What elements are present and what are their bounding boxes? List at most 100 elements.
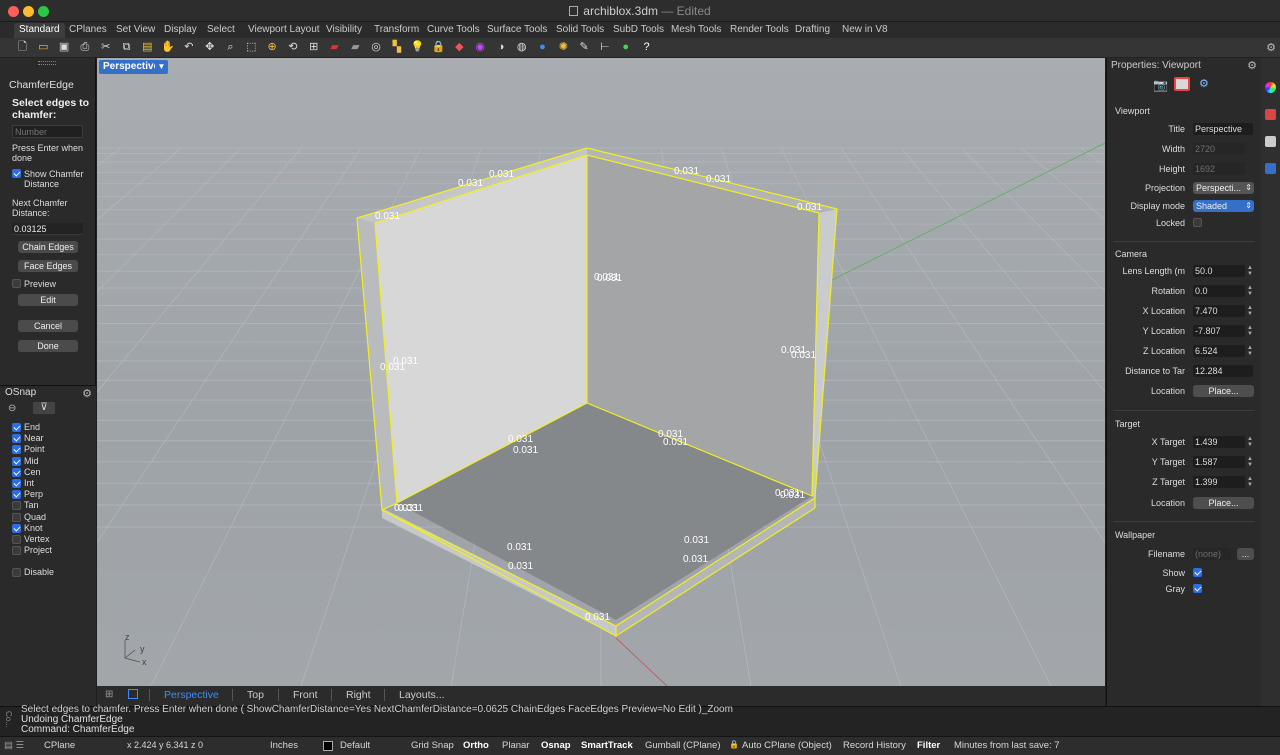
osnap-end-checkbox[interactable]: [12, 423, 21, 432]
print-icon[interactable]: ⎙: [77, 40, 92, 55]
distance-to-target-field[interactable]: 12.284: [1193, 365, 1253, 377]
osnap-cen-checkbox[interactable]: [12, 467, 21, 477]
number-input[interactable]: [12, 125, 83, 138]
units-button[interactable]: Inches: [270, 740, 298, 751]
tab-display[interactable]: Display: [159, 23, 202, 38]
show-chamfer-distance-checkbox[interactable]: [12, 169, 21, 178]
tab-top[interactable]: Top: [247, 689, 264, 701]
materials-icon[interactable]: [1265, 109, 1276, 120]
rotation-field[interactable]: 0.0: [1193, 285, 1245, 297]
viewport-properties-icon[interactable]: [1174, 77, 1190, 91]
lens-length-field[interactable]: 50.0: [1193, 265, 1245, 277]
display-mode-select[interactable]: Shaded: [1193, 200, 1254, 212]
cplane-button[interactable]: CPlane: [44, 740, 75, 751]
color-wheel-icon[interactable]: ◉: [473, 40, 488, 55]
ortho-toggle[interactable]: Ortho: [463, 740, 489, 751]
car-render-icon[interactable]: ▰: [327, 40, 342, 55]
panel-grip[interactable]: [38, 61, 56, 65]
command-history[interactable]: Co... Select edges to chamfer. Press Ent…: [0, 704, 1280, 736]
osnap-project-checkbox[interactable]: [12, 546, 21, 556]
filter-icon[interactable]: ⊽: [33, 402, 55, 414]
blue-sphere-icon[interactable]: ●: [535, 40, 550, 55]
single-viewport-icon[interactable]: [128, 689, 138, 699]
render-sphere-icon[interactable]: ◑: [493, 40, 508, 55]
move-icon[interactable]: ✥: [202, 40, 217, 55]
osnap-perp-checkbox[interactable]: [12, 490, 21, 500]
tab-viewport-layout[interactable]: Viewport Layout: [243, 23, 325, 38]
y-target-field[interactable]: 1.587: [1193, 456, 1245, 468]
osnap-disable-checkbox[interactable]: [12, 568, 21, 577]
osnap-vertex-checkbox[interactable]: [12, 535, 21, 544]
planar-toggle[interactable]: Planar: [502, 740, 529, 751]
osnap-quad-checkbox[interactable]: [12, 512, 21, 522]
tab-subd-tools[interactable]: SubD Tools: [608, 23, 669, 38]
face-edges-button[interactable]: Face Edges: [18, 260, 78, 272]
tab-standard[interactable]: Standard: [14, 23, 65, 38]
copy-icon[interactable]: ⧉: [119, 40, 134, 55]
tab-drafting[interactable]: Drafting: [790, 23, 835, 38]
locked-checkbox[interactable]: [1193, 218, 1202, 227]
viewport-menu-chevron-down-icon[interactable]: ▼: [155, 60, 168, 74]
tab-render-tools[interactable]: Render Tools: [725, 23, 794, 38]
four-viewports-icon[interactable]: ⊞: [306, 40, 321, 55]
undo-icon[interactable]: ↶: [181, 40, 196, 55]
menu-icon[interactable]: ▤ ☰: [4, 740, 24, 751]
car-wire-icon[interactable]: ▰: [348, 40, 363, 55]
chain-edges-button[interactable]: Chain Edges: [18, 241, 78, 253]
color-wheel-icon[interactable]: [1265, 82, 1276, 93]
object-properties-icon[interactable]: ⚙: [1199, 77, 1209, 90]
tab-layouts[interactable]: Layouts...: [399, 689, 445, 701]
record-history-toggle[interactable]: Record History: [843, 740, 906, 751]
browse-wallpaper-button[interactable]: ...: [1237, 548, 1254, 560]
tab-solid-tools[interactable]: Solid Tools: [551, 23, 609, 38]
y-location-stepper[interactable]: ▲ ▼: [1246, 325, 1254, 337]
properties-settings-gear-icon[interactable]: ⚙: [1247, 59, 1257, 72]
rotation-stepper[interactable]: ▲ ▼: [1246, 285, 1254, 297]
gray-wallpaper-checkbox[interactable]: [1193, 584, 1202, 593]
layer-button[interactable]: Default: [340, 740, 370, 751]
osnap-near-checkbox[interactable]: [12, 434, 21, 444]
zoom-selected-icon[interactable]: ⊕: [265, 40, 280, 55]
chamfer-distance-input[interactable]: [12, 223, 83, 235]
paste-icon[interactable]: ▤: [140, 40, 155, 55]
cancel-button[interactable]: Cancel: [18, 320, 78, 332]
filter-toggle[interactable]: Filter: [917, 740, 940, 751]
osnap-toggle[interactable]: Osnap: [541, 740, 571, 751]
edit-button[interactable]: Edit: [18, 294, 78, 306]
tab-curve-tools[interactable]: Curve Tools: [422, 23, 485, 38]
viewport-canvas[interactable]: 0.0310.031 0.0310.0310.0310.0310.0310.031…: [97, 58, 1105, 686]
new-file-icon[interactable]: 🗋: [15, 40, 30, 55]
tab-mesh-tools[interactable]: Mesh Tools: [666, 23, 726, 38]
preview-checkbox[interactable]: [12, 279, 21, 288]
osnap-int-checkbox[interactable]: [12, 479, 21, 488]
light-icon[interactable]: 💡: [410, 40, 425, 55]
tab-cplanes[interactable]: CPlanes: [64, 23, 112, 38]
save-icon[interactable]: ▣: [57, 40, 72, 55]
sun-icon[interactable]: ✺: [556, 40, 571, 55]
lens-length-stepper[interactable]: ▲ ▼: [1246, 265, 1254, 277]
auto-cplane-toggle[interactable]: Auto CPlane (Object): [742, 740, 832, 751]
tab-select[interactable]: Select: [202, 23, 240, 38]
camera-place-button[interactable]: Place...: [1193, 385, 1254, 397]
tab-set-view[interactable]: Set View: [111, 23, 160, 38]
done-button[interactable]: Done: [18, 340, 78, 352]
grid-layout-icon[interactable]: ⊞: [105, 689, 113, 700]
tab-right[interactable]: Right: [346, 689, 371, 701]
x-location-field[interactable]: 7.470: [1193, 305, 1245, 317]
osnap-mid-checkbox[interactable]: [12, 456, 21, 466]
osnap-tan-checkbox[interactable]: [12, 501, 21, 511]
tab-transform[interactable]: Transform: [369, 23, 424, 38]
tab-front[interactable]: Front: [293, 689, 318, 701]
open-folder-icon[interactable]: ▭: [36, 40, 51, 55]
perspective-viewport[interactable]: 0.031 0.031 0.031 0.031 0.031 0.031 0.031 0.031…: [97, 58, 1105, 686]
paint-icon[interactable]: ✎: [577, 40, 592, 55]
select-icon[interactable]: ◎: [369, 40, 384, 55]
grid-sphere-icon[interactable]: ◍: [514, 40, 529, 55]
zoom-extents-icon[interactable]: ⟲: [285, 40, 300, 55]
tab-visibility[interactable]: Visibility: [321, 23, 367, 38]
display-icon[interactable]: [1265, 136, 1276, 147]
globe-icon[interactable]: ●: [618, 40, 633, 55]
z-target-stepper[interactable]: ▲ ▼: [1246, 476, 1254, 488]
show-wallpaper-checkbox[interactable]: [1193, 568, 1202, 577]
title-field[interactable]: Perspective: [1193, 123, 1253, 135]
